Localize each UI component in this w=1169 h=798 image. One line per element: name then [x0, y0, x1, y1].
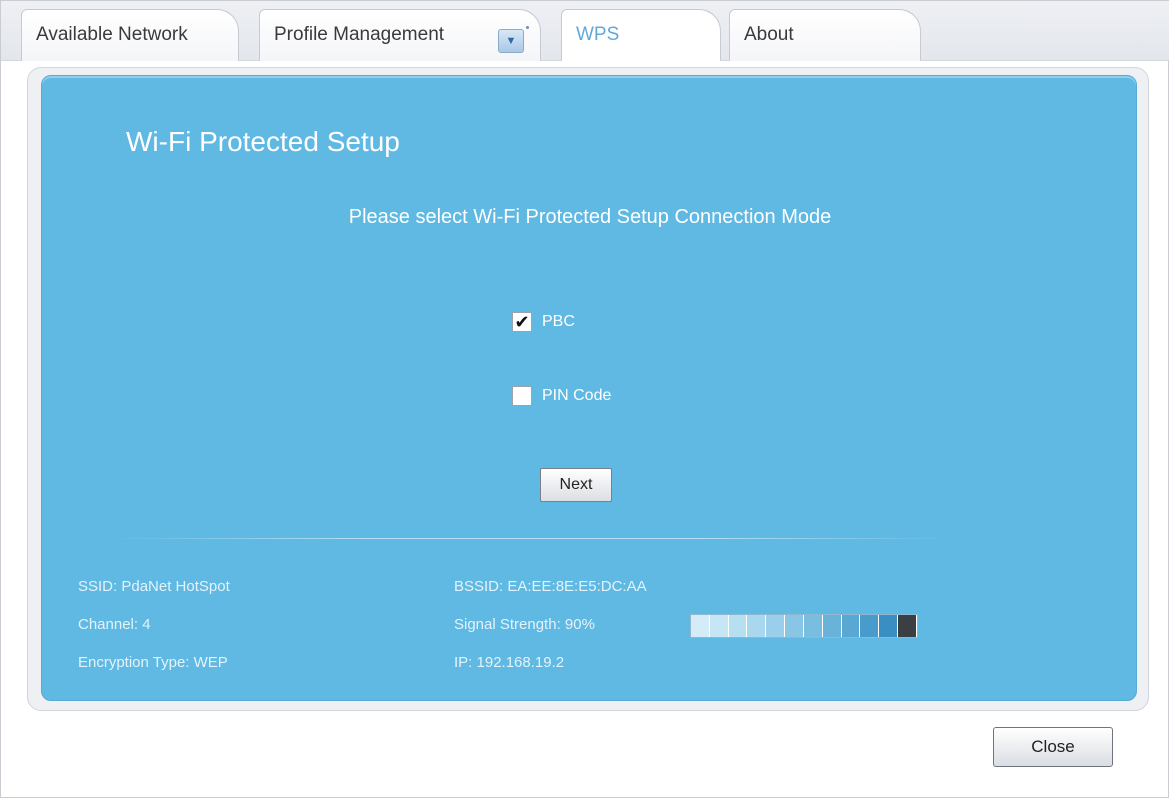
signal-segment [766, 615, 786, 637]
signal-segment [879, 615, 899, 637]
ssid-text: SSID: PdaNet HotSpot [78, 578, 230, 595]
signal-segment [785, 615, 804, 637]
next-button[interactable]: Next [540, 468, 612, 502]
signal-segment [822, 615, 842, 637]
pbc-checkbox[interactable]: ✔ [512, 312, 532, 332]
pin-code-option[interactable]: PIN Code [512, 386, 611, 406]
tab-bar: Available Network Profile Management WPS… [1, 1, 1169, 61]
tab-about[interactable]: About [729, 9, 921, 61]
pbc-option[interactable]: ✔ PBC [512, 312, 575, 332]
bssid-text: BSSID: EA:EE:8E:E5:DC:AA [454, 578, 647, 595]
signal-strength-text: Signal Strength: 90% [454, 616, 595, 633]
encryption-text: Encryption Type: WEP [78, 654, 228, 671]
ip-text: IP: 192.168.19.2 [454, 654, 565, 671]
pin-code-checkbox[interactable] [512, 386, 532, 406]
signal-segment [709, 615, 729, 637]
divider [112, 538, 952, 539]
panel-title: Wi-Fi Protected Setup [126, 126, 400, 157]
pbc-label: PBC [542, 313, 575, 330]
wps-dialog-window: Available Network Profile Management WPS… [0, 0, 1169, 798]
wps-panel: Wi-Fi Protected Setup Please select Wi-F… [41, 75, 1137, 701]
signal-segment [728, 615, 748, 637]
tab-available-network[interactable]: Available Network [21, 9, 239, 61]
signal-segment [860, 615, 880, 637]
filter-icon[interactable]: ▼ [498, 26, 529, 53]
panel-subtitle: Please select Wi-Fi Protected Setup Conn… [348, 206, 832, 228]
signal-segment [898, 615, 917, 637]
pin-code-label: PIN Code [542, 387, 612, 404]
close-button[interactable]: Close [993, 727, 1113, 767]
signal-segment [691, 615, 710, 637]
signal-segment [841, 615, 861, 637]
signal-segment [747, 615, 767, 637]
tab-wps[interactable]: WPS [561, 9, 721, 61]
signal-segment [803, 615, 823, 637]
signal-strength-bar [690, 614, 918, 638]
channel-text: Channel: 4 [78, 616, 151, 633]
